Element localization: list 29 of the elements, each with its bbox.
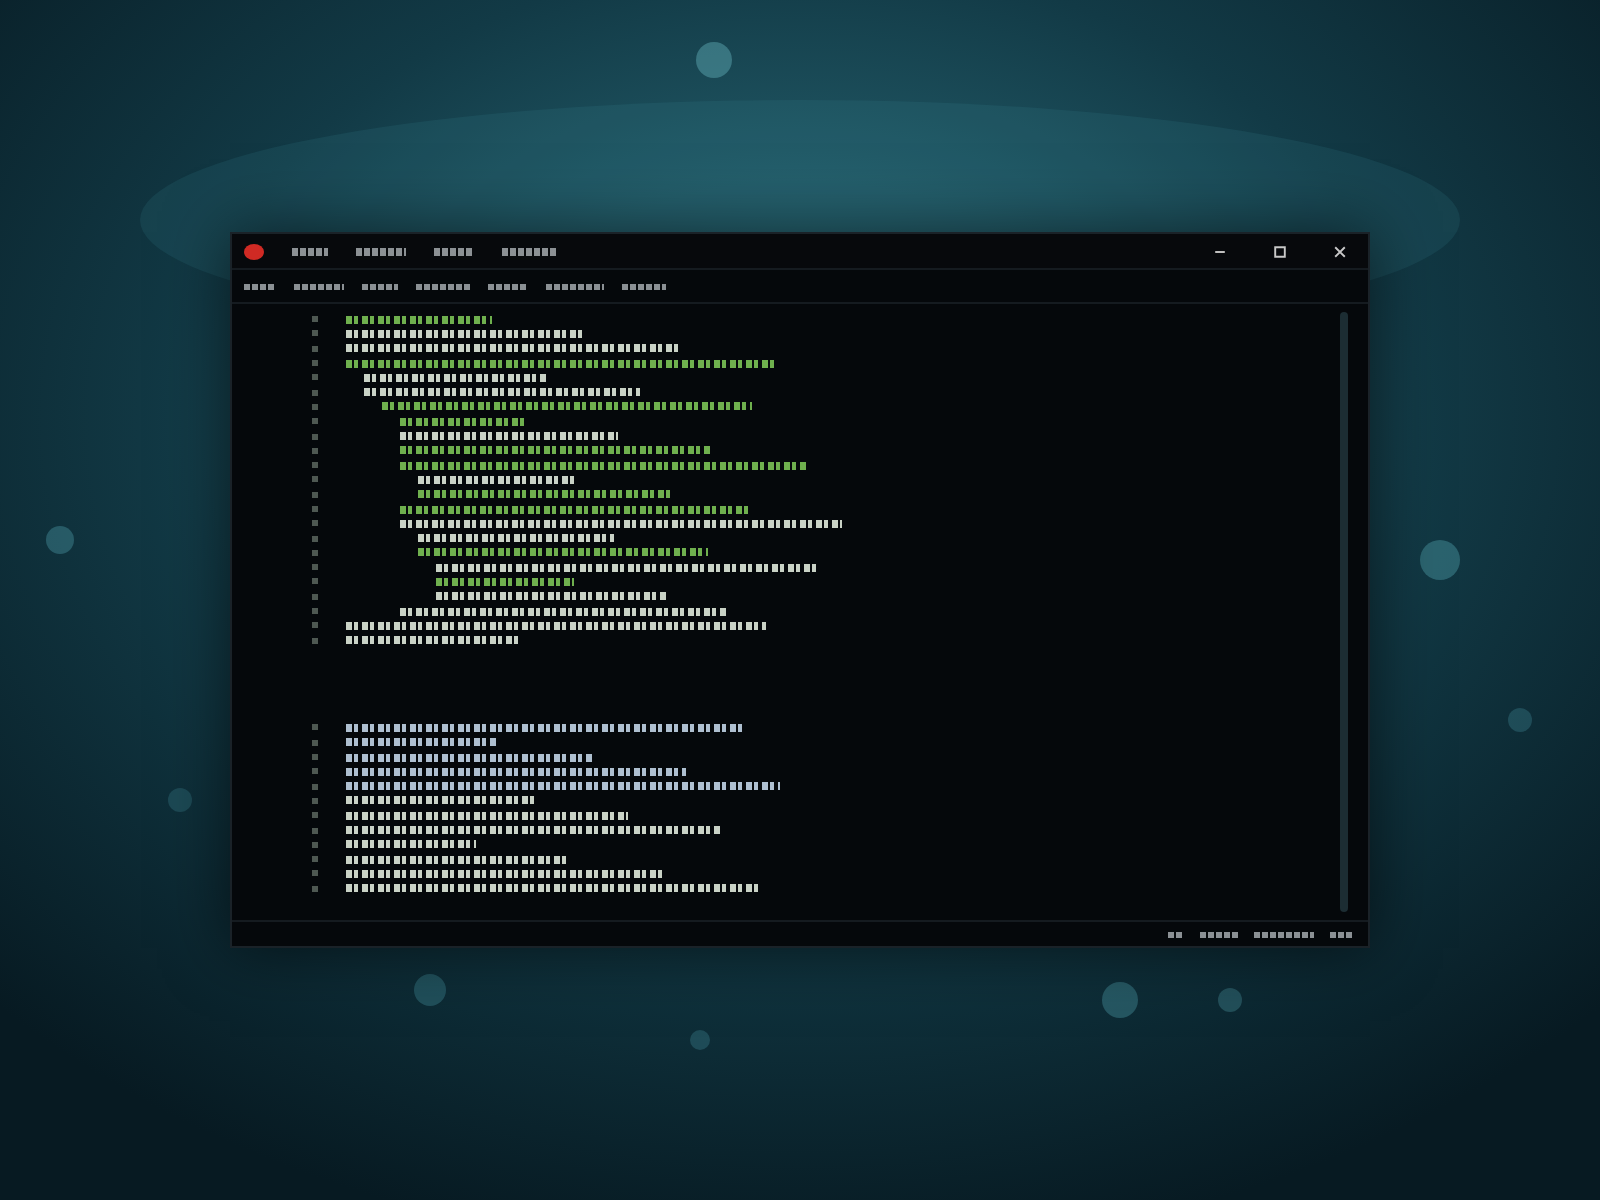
illegible-toolbar-label[interactable] (622, 283, 666, 289)
illegible-status-label (1200, 931, 1238, 937)
close-icon (1332, 243, 1348, 259)
illegible-menu-label[interactable] (502, 247, 556, 255)
illegible-line-number (312, 418, 318, 425)
illegible-status-label (1330, 931, 1352, 937)
illegible-line-number (312, 637, 318, 644)
illegible-status-label (1168, 931, 1184, 937)
illegible-line-number (312, 506, 318, 512)
illegible-line-number (312, 491, 318, 498)
illegible-toolbar-label[interactable] (294, 283, 344, 289)
illegible-toolbar-label[interactable] (546, 283, 604, 289)
maximize-icon (1272, 243, 1288, 259)
illegible-menu-label[interactable] (356, 247, 406, 255)
illegible-toolbar-label[interactable] (244, 283, 276, 289)
illegible-toolbar-label[interactable] (488, 283, 528, 289)
illegible-line-number (312, 345, 318, 352)
scrollbar[interactable] (1340, 312, 1348, 912)
illegible-line-number (312, 520, 318, 527)
illegible-toolbar-label[interactable] (416, 283, 470, 289)
illegible-line-number (312, 812, 318, 819)
illegible-status-label (1254, 931, 1314, 937)
illegible-toolbar-label[interactable] (362, 283, 398, 289)
illegible-line-number (312, 724, 318, 731)
illegible-line-number (312, 593, 318, 600)
illegible-menu-label[interactable] (292, 247, 328, 255)
illegible-menu-label[interactable] (434, 247, 474, 255)
illegible-line-number (312, 739, 318, 746)
illegible-line-number (312, 885, 318, 892)
